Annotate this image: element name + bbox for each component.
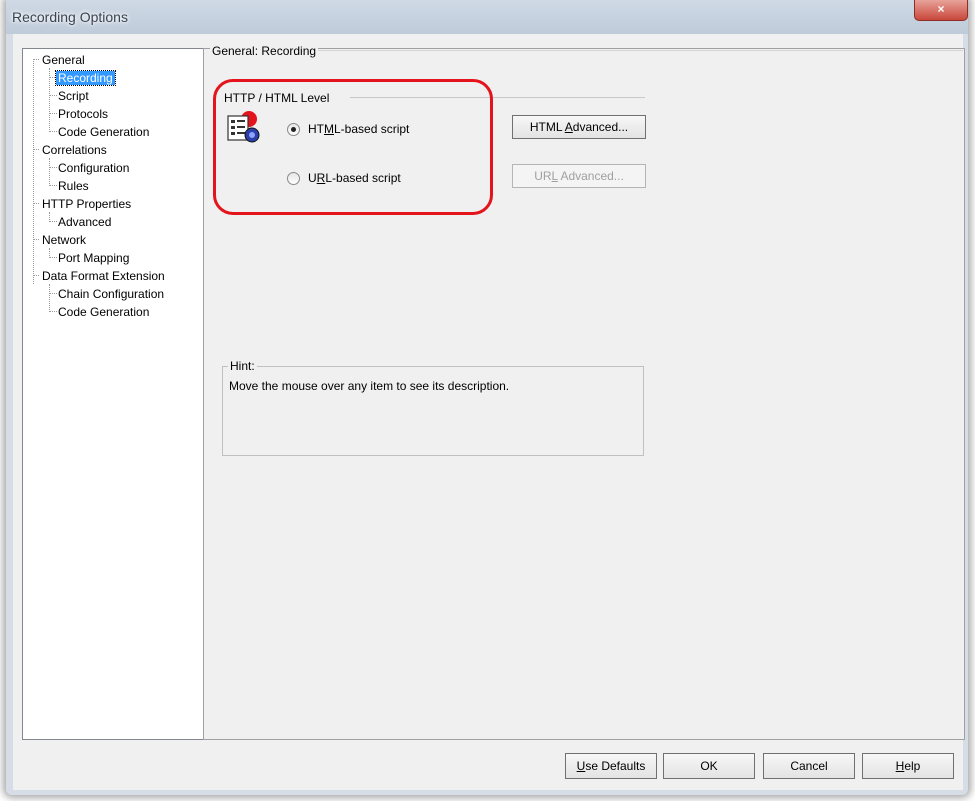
tree-item-correlations[interactable]: Correlations — [40, 142, 109, 158]
hint-text: Move the mouse over any item to see its … — [229, 379, 510, 393]
tree-item-rules[interactable]: Rules — [56, 178, 91, 194]
tree-item-data-format-extension[interactable]: Data Format Extension — [40, 268, 167, 284]
tree-line — [49, 158, 50, 186]
hint-title: Hint: — [228, 359, 257, 373]
window-title: Recording Options — [12, 9, 128, 25]
tree-item-script[interactable]: Script — [56, 88, 91, 104]
help-button[interactable]: Help — [862, 753, 954, 779]
tree-item-dfe-code-generation[interactable]: Code Generation — [56, 304, 151, 320]
tree-line — [33, 59, 34, 284]
cancel-button[interactable]: Cancel — [763, 753, 855, 779]
tree-line — [33, 275, 39, 276]
tree-item-chain-configuration[interactable]: Chain Configuration — [56, 286, 166, 302]
divider — [318, 50, 963, 51]
title-bar[interactable]: Recording Options — [6, 0, 968, 34]
tree-line — [33, 239, 39, 240]
use-defaults-button[interactable]: Use Defaults — [565, 753, 657, 779]
tree-item-http-properties[interactable]: HTTP Properties — [40, 196, 133, 212]
url-advanced-button: URL Advanced... — [512, 164, 646, 188]
tree-item-advanced[interactable]: Advanced — [56, 214, 113, 230]
tree-line — [33, 203, 39, 204]
tree-line — [33, 59, 39, 60]
options-tree[interactable]: General Recording Script Protocols Code … — [22, 48, 204, 740]
html-advanced-button[interactable]: HTML Advanced... — [512, 115, 646, 139]
tree-item-code-generation[interactable]: Code Generation — [56, 124, 151, 140]
tree-line — [33, 149, 39, 150]
tree-item-recording[interactable]: Recording — [55, 70, 116, 86]
tree-item-port-mapping[interactable]: Port Mapping — [56, 250, 131, 266]
tree-item-protocols[interactable]: Protocols — [56, 106, 110, 122]
tree-line — [49, 284, 50, 312]
tree-item-network[interactable]: Network — [40, 232, 88, 248]
ok-button[interactable]: OK — [663, 753, 755, 779]
panel-title: General: Recording — [210, 44, 319, 58]
tree-item-general[interactable]: General — [40, 52, 87, 68]
close-button[interactable]: × — [914, 0, 968, 21]
tree-item-configuration[interactable]: Configuration — [56, 160, 131, 176]
red-highlight-annotation — [213, 79, 493, 215]
